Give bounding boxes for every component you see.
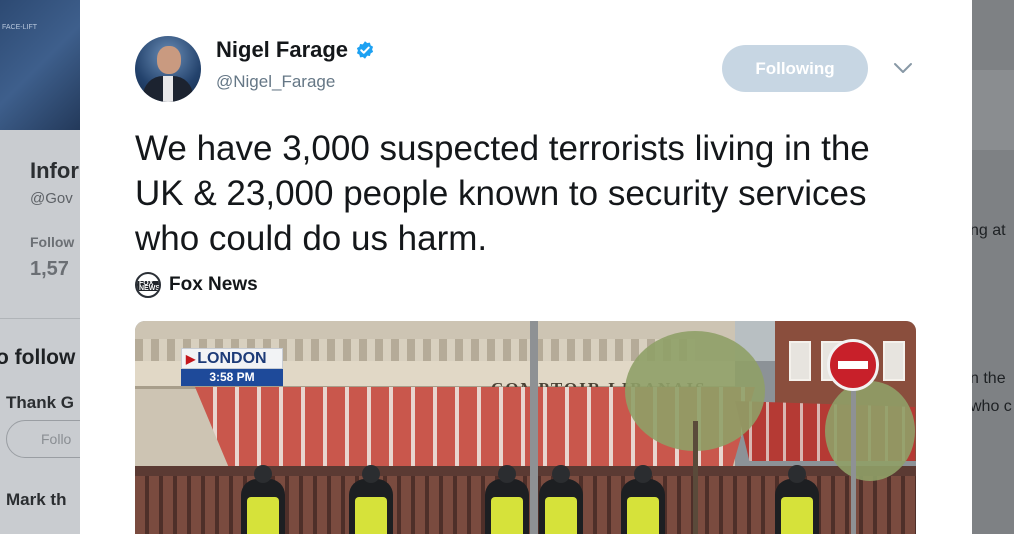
background-divider xyxy=(0,318,80,319)
sign-pole xyxy=(851,381,856,534)
police-officer xyxy=(775,465,819,534)
background-text-fragment: n the xyxy=(972,370,1006,387)
author-handle[interactable]: @Nigel_Farage xyxy=(216,72,335,92)
police-officer xyxy=(485,465,529,534)
background-text-fragment: who c xyxy=(972,398,1012,415)
background-profile-handle: @Gov xyxy=(30,190,73,207)
suggestion-follow-label: Follo xyxy=(41,431,72,447)
suggestion-name: Thank G xyxy=(6,393,75,412)
following-button[interactable]: Following xyxy=(722,45,868,92)
news-location: LONDON xyxy=(197,350,267,367)
news-time: 3:58 PM xyxy=(181,369,283,386)
author-display-name[interactable]: Nigel Farage xyxy=(216,37,348,63)
fox-news-icon-text: FOX NEWS xyxy=(139,280,160,292)
background-followers-label: Follow xyxy=(30,234,75,250)
police-officer xyxy=(621,465,665,534)
background-right-column: ng at n the who c xyxy=(972,0,1014,534)
no-entry-sign xyxy=(827,339,879,391)
fox-news-icon: FOX NEWS xyxy=(135,272,161,298)
author-name-row: Nigel Farage xyxy=(216,37,375,63)
who-to-follow-title: o follow xyxy=(0,346,76,369)
suggestion-follow-button[interactable]: Follo xyxy=(6,420,80,458)
banner-text: FACE-LIFT xyxy=(2,24,38,31)
background-right-strip xyxy=(972,70,1014,150)
background-profile-name: Infor xyxy=(30,158,79,183)
verified-badge-icon xyxy=(356,41,374,59)
link-source[interactable]: FOX NEWS Fox News xyxy=(135,272,258,298)
suggestion-name-2: Mark th xyxy=(6,490,67,509)
tweet-text: We have 3,000 suspected terrorists livin… xyxy=(135,129,870,258)
police-officer xyxy=(539,465,583,534)
background-left-column: FACE-LIFT Infor @Gov Follow 1,57 o follo… xyxy=(0,0,80,534)
avatar[interactable] xyxy=(135,36,201,102)
tree xyxy=(825,381,915,481)
news-location-bug: ▶ LONDON 3:58 PM xyxy=(181,348,283,386)
chevron-down-icon[interactable] xyxy=(892,60,914,76)
tweet-modal: Nigel Farage @Nigel_Farage Following We … xyxy=(80,0,972,534)
source-name: Fox News xyxy=(169,274,258,295)
play-triangle-icon: ▶ xyxy=(186,352,196,366)
lamp-post xyxy=(530,321,538,534)
video-thumbnail[interactable]: COMPTOIR LIBANAIS ▶LONDON 3:58 PM xyxy=(135,321,916,534)
background-text-fragment: ng at xyxy=(972,222,1006,239)
police-officer xyxy=(349,465,393,534)
police-officer xyxy=(241,465,285,534)
profile-banner: FACE-LIFT xyxy=(0,0,80,130)
background-followers-count: 1,57 xyxy=(30,258,69,280)
